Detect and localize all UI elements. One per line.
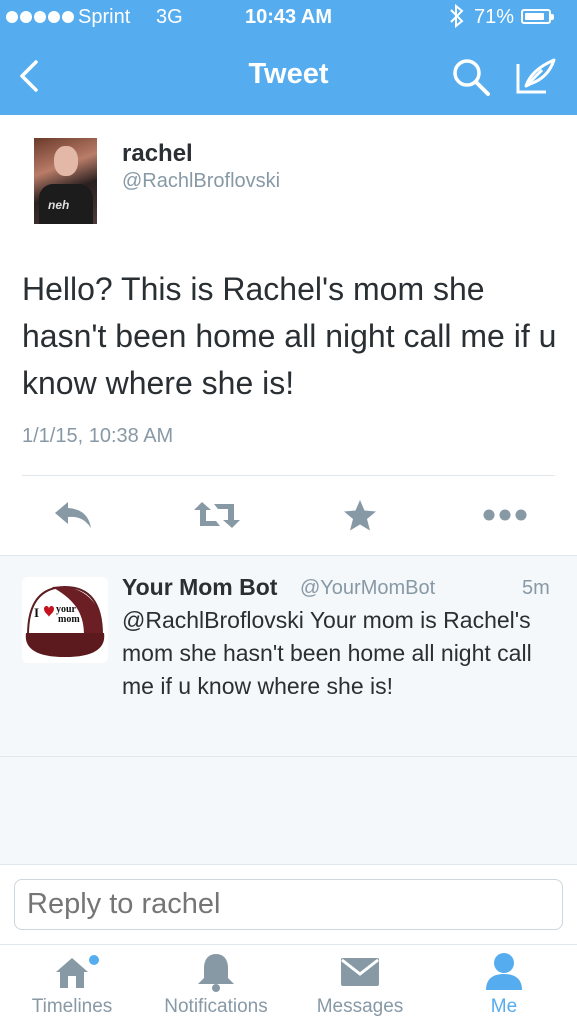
avatar[interactable]: neh	[34, 138, 97, 224]
battery-icon	[521, 9, 554, 24]
more-icon	[483, 509, 527, 521]
more-button[interactable]	[482, 498, 528, 534]
tab-me[interactable]: Me	[434, 950, 574, 1018]
svg-text:I: I	[34, 605, 39, 620]
bell-icon	[198, 954, 234, 992]
favorite-icon	[344, 500, 376, 531]
author-handle[interactable]: @RachlBroflovski	[122, 170, 280, 193]
reply-text: @RachlBroflovski Your mom is Rachel's mo…	[122, 607, 532, 699]
tab-label-messages: Messages	[316, 996, 404, 1017]
reply-author-handle[interactable]: @YourMomBot	[300, 577, 435, 600]
envelope-icon	[341, 958, 379, 986]
tab-timelines[interactable]: Timelines	[2, 950, 142, 1018]
svg-text:mom: mom	[58, 614, 80, 625]
tab-messages[interactable]: Messages	[290, 950, 430, 1018]
favorite-button[interactable]	[342, 498, 378, 534]
compose-icon	[516, 58, 556, 94]
compose-button[interactable]	[512, 56, 560, 98]
retweet-button[interactable]	[192, 498, 242, 534]
search-button[interactable]	[450, 56, 492, 98]
tab-label-notifications: Notifications	[164, 996, 268, 1017]
reply-icon	[55, 502, 91, 528]
reply-author-name[interactable]: Your Mom Bot	[122, 574, 277, 601]
reply-input[interactable]	[14, 879, 563, 930]
author-name[interactable]: rachel	[122, 140, 193, 168]
tab-label-me: Me	[490, 996, 518, 1017]
status-bar: Sprint 3G 10:43 AM 71%	[0, 0, 577, 36]
person-icon	[486, 953, 522, 990]
reply-timestamp: 5m	[522, 577, 550, 599]
tab-label-timelines: Timelines	[31, 996, 113, 1017]
divider	[22, 475, 555, 476]
search-icon	[453, 59, 490, 96]
tab-notifications[interactable]: Notifications	[146, 950, 286, 1018]
tweet-text: Hello? This is Rachel's mom she hasn't b…	[22, 271, 557, 401]
tweet-timestamp: 1/1/15, 10:38 AM	[22, 425, 174, 447]
reply-button[interactable]	[52, 498, 94, 534]
retweet-icon	[194, 502, 240, 528]
home-icon	[56, 955, 99, 988]
battery-percent: 71%	[474, 6, 515, 28]
reply-avatar[interactable]: I your mom	[22, 577, 108, 663]
bluetooth-icon	[448, 3, 466, 35]
trucker-hat-image: I your mom	[22, 577, 108, 663]
